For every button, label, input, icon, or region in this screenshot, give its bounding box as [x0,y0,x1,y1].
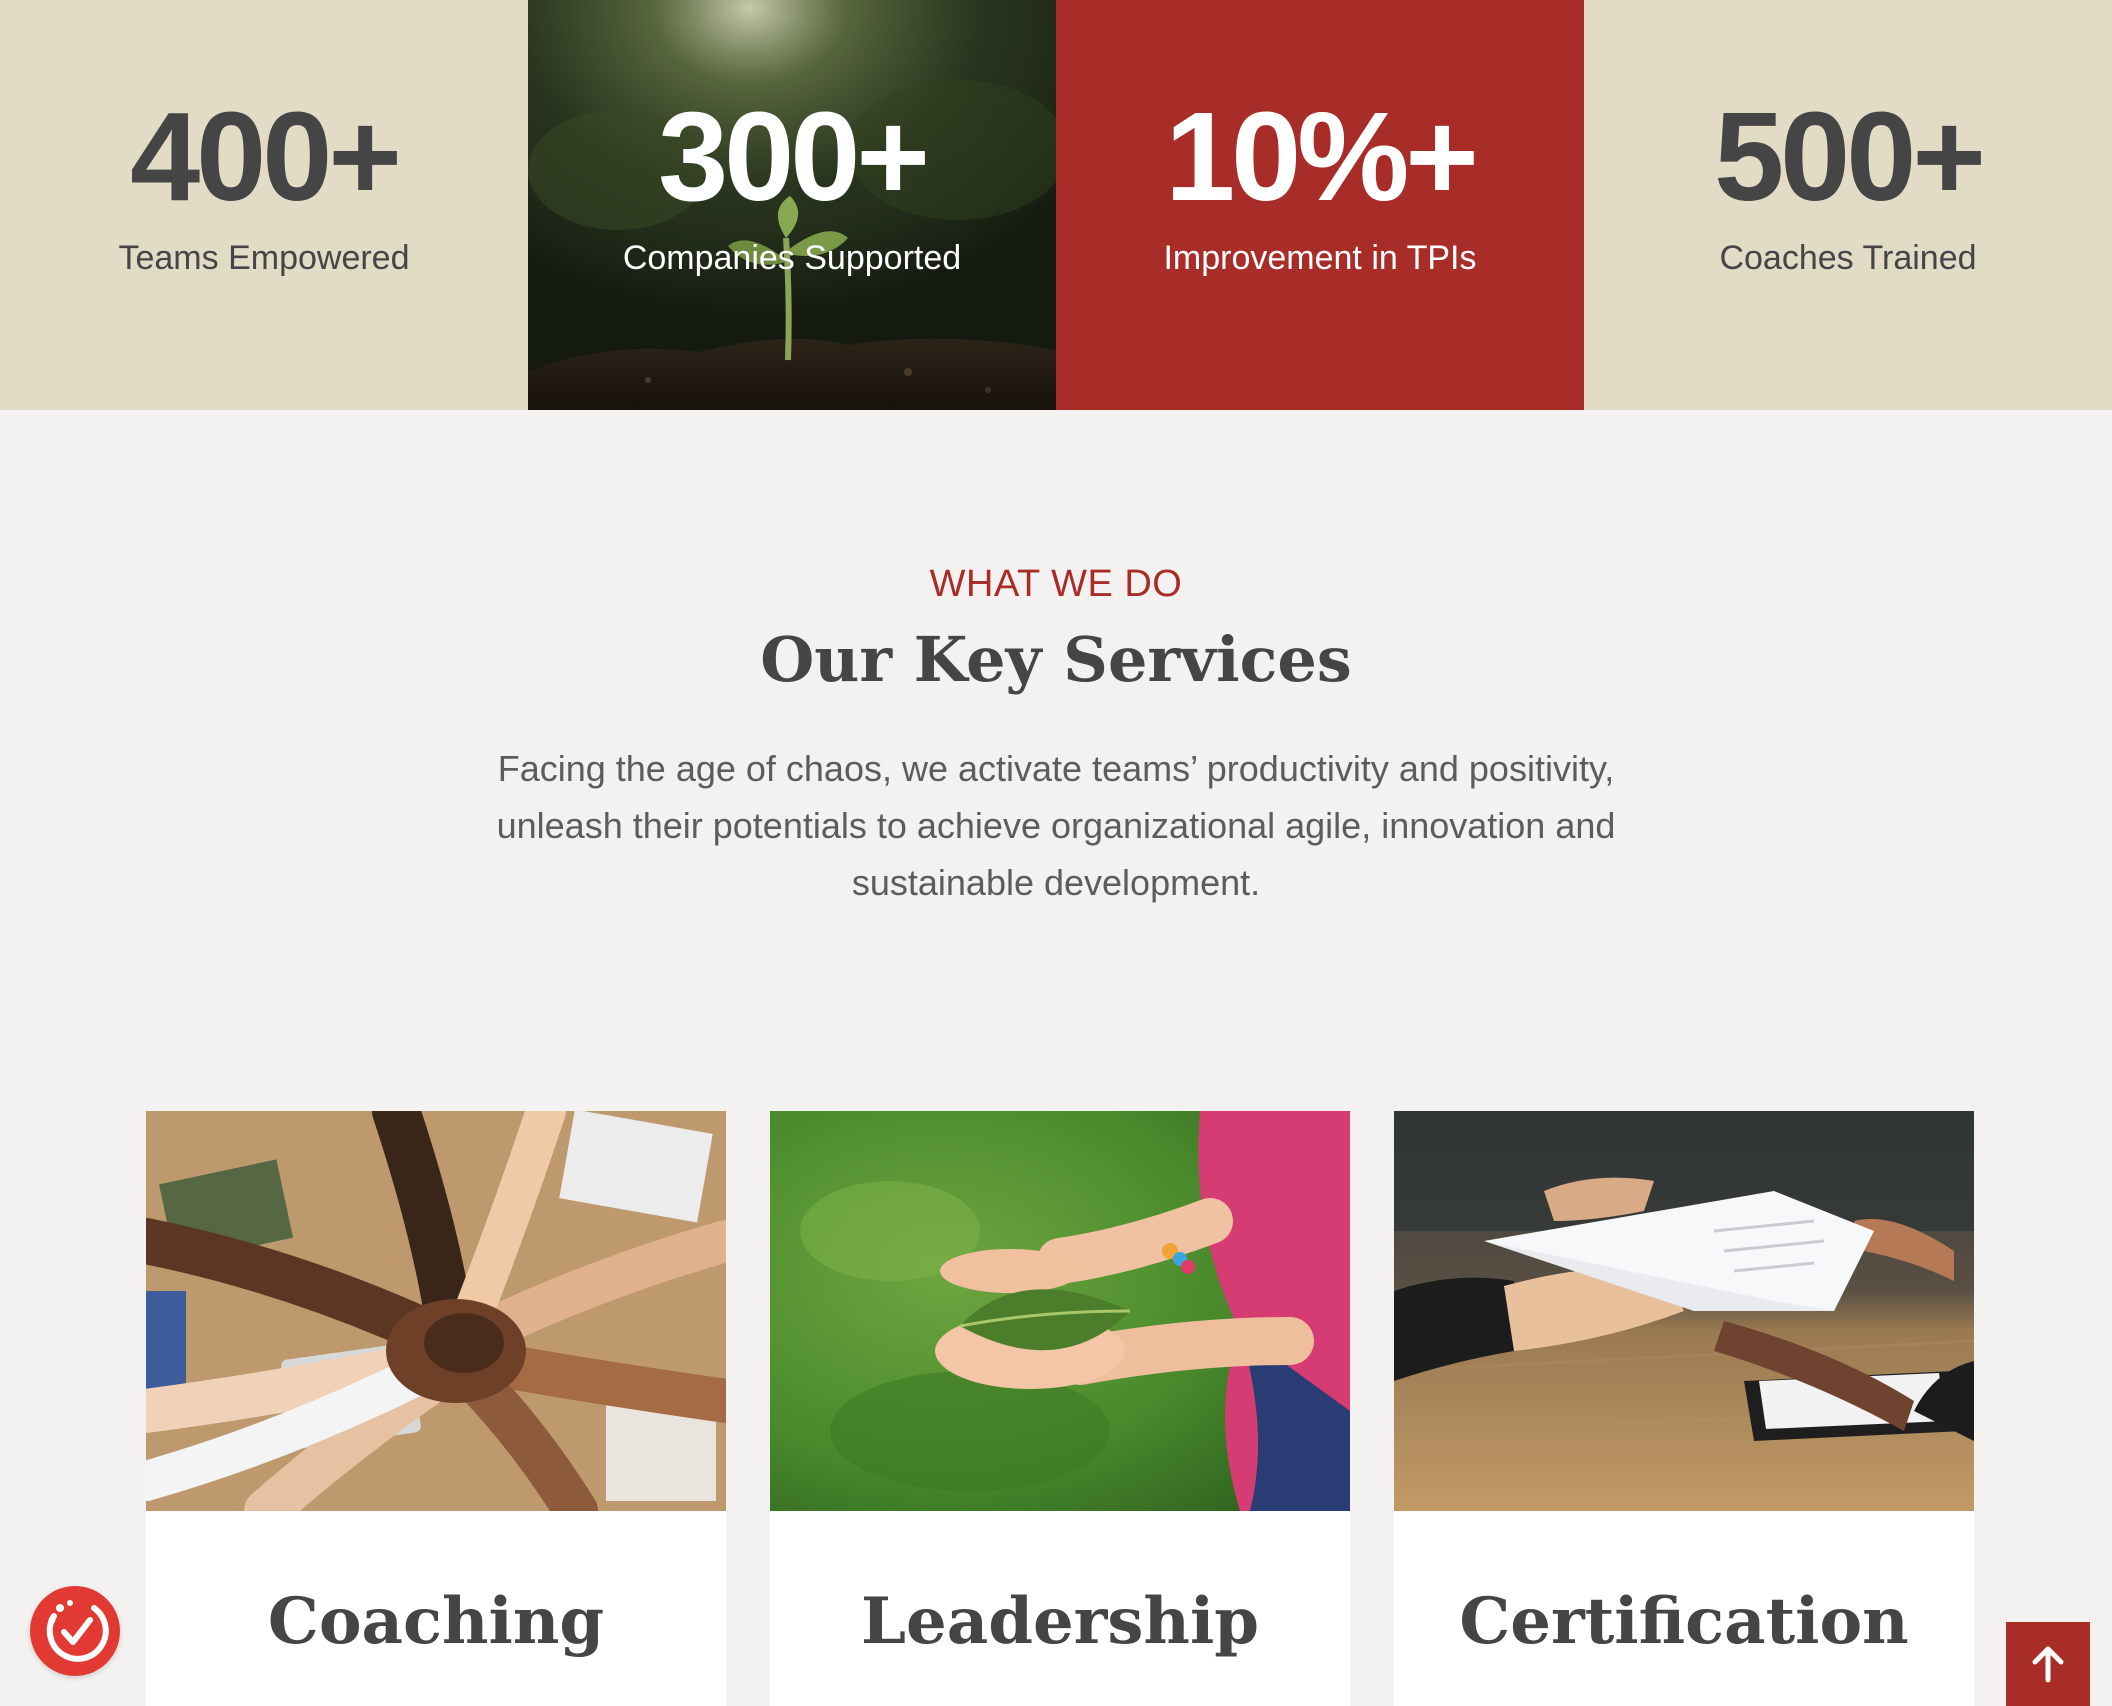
service-title: Coaching [267,1584,605,1659]
stat-teams-empowered: 400+ Teams Empowered [0,0,528,410]
stat-number: 300+ [658,86,930,227]
stat-improvement-tpis: 10%+ Improvement in TPIs [1056,0,1584,410]
stat-label: Coaches Trained [1719,239,1977,277]
stat-number: 10%+ [1165,86,1479,227]
back-to-top-button[interactable] [2006,1622,2090,1706]
stat-number: 500+ [1714,86,1986,227]
accessibility-check-icon [46,1600,109,1662]
stat-label: Companies Supported [622,239,962,277]
section-heading: Our Key Services [760,623,1352,696]
arrow-up-icon [2032,1646,2064,1683]
stat-coaches-trained: 500+ Coaches Trained [1584,0,2112,410]
stat-number: 400+ [130,86,402,227]
stat-companies-supported: 300+ Companies Supported [528,0,1056,410]
accessibility-widget-button[interactable] [30,1586,120,1676]
section-description: Facing the age of chaos, we activate tea… [496,748,1616,903]
section-eyebrow: WHAT WE DO [929,563,1183,605]
stats-band: 400+ Teams Empowered 300+ Companies Supp… [0,0,2112,410]
handing-over-document-image [1394,1111,1974,1511]
service-card-leadership[interactable]: Leadership [770,1111,1350,1706]
service-title: Certification [1459,1584,1909,1659]
hands-holding-leaf-image [770,1111,1350,1511]
service-card-certification[interactable]: Certification [1394,1111,1974,1706]
stat-label: Teams Empowered [118,239,410,277]
stat-label: Improvement in TPIs [1163,239,1477,277]
service-title: Leadership [861,1584,1259,1659]
hands-stacked-teamwork-image [146,1111,726,1511]
service-card-coaching[interactable]: Coaching [146,1111,726,1706]
